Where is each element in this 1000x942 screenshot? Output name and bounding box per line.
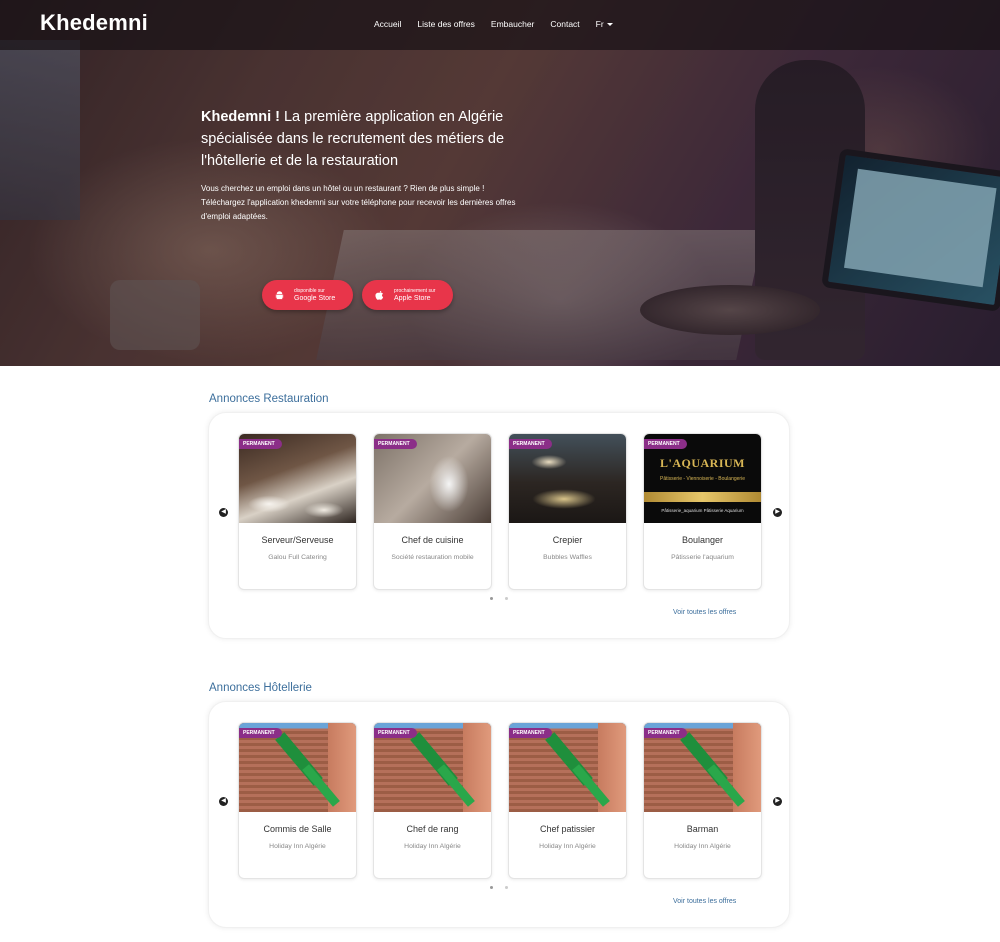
hero-text: Khedemni ! La première application en Al… (201, 106, 521, 224)
company-name: Galou Full Catering (268, 554, 327, 561)
job-card[interactable]: PERMANENT L'AQUARIUM Pâtisserie - Vienno… (643, 433, 762, 590)
permanent-badge: PERMANENT (239, 439, 282, 449)
job-title: Chef de rang (406, 824, 459, 834)
restauration-carousel: ◀ ▶ PERMANENT Serveur/Serveuse Galou Ful… (208, 412, 790, 639)
job-title: Boulanger (681, 535, 724, 545)
job-card[interactable]: PERMANENT Chef patissier Holiday Inn Alg… (508, 722, 627, 879)
job-title: Crepier (552, 535, 583, 545)
hero-title: Khedemni ! La première application en Al… (201, 109, 505, 169)
nav-link-offres[interactable]: Liste des offres (417, 19, 475, 29)
job-card[interactable]: PERMANENT Serveur/Serveuse Galou Full Ca… (238, 433, 357, 590)
job-card[interactable]: PERMANENT Chef de cuisine Société restau… (373, 433, 492, 590)
permanent-badge: PERMANENT (644, 728, 687, 738)
carousel-dots (490, 597, 508, 600)
company-name: Holiday Inn Algérie (539, 843, 596, 850)
permanent-badge: PERMANENT (509, 728, 552, 738)
chevron-left-icon[interactable]: ◀ (219, 508, 228, 517)
job-title: Chef de cuisine (401, 535, 464, 545)
job-title: Commis de Salle (263, 824, 332, 834)
job-title: Barman (686, 824, 719, 834)
carousel-dot[interactable] (505, 597, 508, 600)
apple-icon (375, 290, 384, 300)
store-buttons: disponible sur Google Store prochainement… (262, 280, 453, 310)
hotellerie-carousel: ◀ ▶ PERMANENT Commis de Salle Holiday In… (208, 701, 790, 928)
chevron-right-icon[interactable]: ▶ (773, 508, 782, 517)
section-title-restauration: Annonces Restauration (209, 393, 329, 405)
nav-link-contact[interactable]: Contact (550, 19, 579, 29)
job-card[interactable]: PERMANENT Commis de Salle Holiday Inn Al… (238, 722, 357, 879)
job-card[interactable]: PERMANENT Chef de rang Holiday Inn Algér… (373, 722, 492, 879)
see-all-hotellerie-link[interactable]: Voir toutes les offres (673, 898, 736, 905)
carousel-dots (490, 886, 508, 889)
hero-description: Vous cherchez un emploi dans un hôtel ou… (201, 184, 516, 221)
company-name: Pâtisserie l'aquarium (671, 554, 734, 561)
language-label: Fr (595, 19, 604, 29)
job-card[interactable]: PERMANENT Crepier Bubbles Waffles (508, 433, 627, 590)
navbar: Khedemni Accueil Liste des offres Embauc… (0, 0, 1000, 50)
company-name: Bubbles Waffles (543, 554, 592, 561)
chevron-left-icon[interactable]: ◀ (219, 797, 228, 806)
company-name: Holiday Inn Algérie (269, 843, 326, 850)
hero-section: Khedemni Accueil Liste des offres Embauc… (0, 0, 1000, 366)
see-all-restauration-link[interactable]: Voir toutes les offres (673, 609, 736, 616)
apple-store-button[interactable]: prochainement sur Apple Store (362, 280, 453, 310)
nav-links: Accueil Liste des offres Embaucher Conta… (374, 19, 613, 29)
permanent-badge: PERMANENT (239, 728, 282, 738)
job-card[interactable]: PERMANENT Barman Holiday Inn Algérie (643, 722, 762, 879)
carousel-dot[interactable] (490, 597, 493, 600)
language-dropdown[interactable]: Fr (596, 19, 613, 29)
nav-link-embaucher[interactable]: Embaucher (491, 19, 534, 29)
job-title: Chef patissier (539, 824, 596, 834)
chevron-right-icon[interactable]: ▶ (773, 797, 782, 806)
job-title: Serveur/Serveuse (261, 535, 334, 545)
google-store-button[interactable]: disponible sur Google Store (262, 280, 353, 310)
company-name: Société restauration mobile (391, 554, 474, 561)
company-name: Holiday Inn Algérie (404, 843, 461, 850)
logo[interactable]: Khedemni (40, 10, 148, 36)
permanent-badge: PERMANENT (509, 439, 552, 449)
nav-link-accueil[interactable]: Accueil (374, 19, 401, 29)
caret-down-icon (606, 23, 613, 27)
permanent-badge: PERMANENT (644, 439, 687, 449)
company-name: Holiday Inn Algérie (674, 843, 731, 850)
permanent-badge: PERMANENT (374, 439, 417, 449)
carousel-dot[interactable] (490, 886, 493, 889)
permanent-badge: PERMANENT (374, 728, 417, 738)
carousel-dot[interactable] (505, 886, 508, 889)
section-title-hotellerie: Annonces Hôtellerie (209, 682, 312, 694)
android-icon (275, 290, 284, 299)
